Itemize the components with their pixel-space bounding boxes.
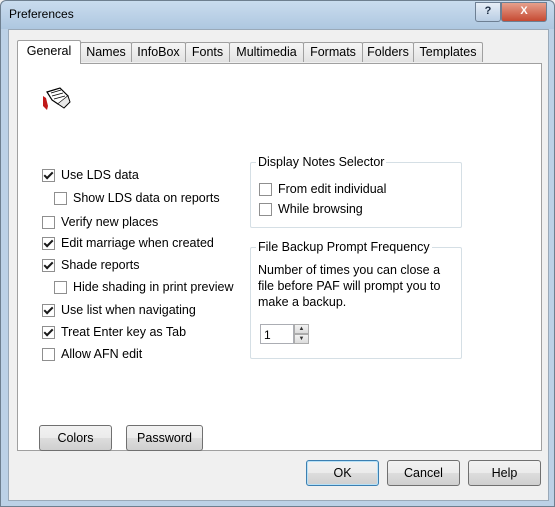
notes-option-from-edit-individual[interactable]: From edit individual (259, 181, 386, 197)
option-label: Verify new places (61, 215, 159, 229)
spin-up-icon[interactable]: ▲ (294, 324, 309, 334)
option-treat-enter-key-as-tab[interactable]: Treat Enter key as Tab (42, 324, 186, 340)
option-use-lds-data[interactable]: Use LDS data (42, 167, 139, 183)
option-label: Treat Enter key as Tab (61, 325, 187, 339)
dialog-client: General Names InfoBox Fonts Multimedia F… (8, 29, 549, 501)
option-label: Use list when navigating (61, 303, 196, 317)
option-label: Show LDS data on reports (73, 191, 220, 205)
tab-general[interactable]: General (17, 40, 81, 64)
option-checkbox[interactable] (54, 280, 67, 294)
tab-label: Names (86, 45, 126, 59)
option-allow-afn-edit[interactable]: Allow AFN edit (42, 346, 142, 362)
option-hide-shading-in-print-preview[interactable]: Hide shading in print preview (54, 279, 234, 295)
colors-button[interactable]: Colors (39, 425, 112, 451)
tab-multimedia[interactable]: Multimedia (229, 42, 304, 62)
title-close-button[interactable]: X (501, 2, 547, 22)
tab-fonts[interactable]: Fonts (185, 42, 230, 62)
tab-label: Folders (367, 45, 409, 59)
help-icon: ? (484, 5, 492, 17)
tab-label: Multimedia (236, 45, 297, 59)
option-checkbox[interactable] (42, 325, 55, 339)
preferences-window: Preferences ? X General Names InfoBox Fo… (0, 0, 555, 507)
option-label: Use LDS data (61, 168, 139, 182)
option-checkbox[interactable] (54, 191, 67, 205)
window-title: Preferences (9, 7, 74, 21)
notes-option-label: From edit individual (278, 182, 387, 196)
backup-description: Number of times you can close a file bef… (258, 263, 441, 309)
app-logo-icon (38, 84, 74, 114)
option-use-list-when-navigating[interactable]: Use list when navigating (42, 302, 196, 318)
notes-option-while-browsing[interactable]: While browsing (259, 201, 363, 217)
option-checkbox[interactable] (42, 258, 55, 272)
spin-down-icon[interactable]: ▼ (294, 334, 309, 344)
option-checkbox[interactable] (42, 236, 55, 250)
cancel-button[interactable]: Cancel (387, 460, 460, 486)
tab-label: InfoBox (137, 45, 180, 59)
option-checkbox[interactable] (42, 347, 55, 361)
tab-infobox[interactable]: InfoBox (131, 42, 186, 62)
option-label: Allow AFN edit (61, 347, 143, 361)
option-label: Edit marriage when created (61, 236, 214, 250)
notes-option-label: While browsing (278, 202, 363, 216)
help-button[interactable]: Help (468, 460, 541, 486)
notes-checkbox[interactable] (259, 182, 272, 196)
option-checkbox[interactable] (42, 168, 55, 182)
option-verify-new-places[interactable]: Verify new places (42, 214, 158, 230)
tab-label: Formats (310, 45, 356, 59)
tab-label: General (26, 44, 72, 58)
close-icon: X (520, 5, 528, 17)
option-show-lds-data-on-reports[interactable]: Show LDS data on reports (54, 190, 220, 206)
option-label: Hide shading in print preview (73, 280, 234, 294)
backup-frequency-spinner: 1 ▲ ▼ (260, 324, 309, 344)
option-checkbox[interactable] (42, 215, 55, 229)
option-checkbox[interactable] (42, 303, 55, 317)
tab-formats[interactable]: Formats (303, 42, 363, 62)
option-label: Shade reports (61, 258, 140, 272)
password-button[interactable]: Password (126, 425, 203, 451)
backup-frequency-input[interactable]: 1 (260, 324, 294, 344)
general-tab-panel: Use LDS data Show LDS data on reports Ve… (17, 63, 542, 451)
tab-folders[interactable]: Folders (362, 42, 414, 62)
title-bar: Preferences ? X (1, 1, 554, 29)
option-shade-reports[interactable]: Shade reports (42, 257, 140, 273)
title-help-button[interactable]: ? (475, 2, 501, 22)
backup-frequency-group: File Backup Prompt Frequency Number of t… (250, 240, 462, 359)
ok-button[interactable]: OK (306, 460, 379, 486)
tab-label: Templates (419, 45, 477, 59)
notes-checkbox[interactable] (259, 202, 272, 216)
notes-selector-group: Display Notes Selector From edit individ… (250, 155, 462, 228)
backup-frequency-title: File Backup Prompt Frequency (256, 240, 432, 254)
tab-templates[interactable]: Templates (413, 42, 483, 62)
tab-label: Fonts (191, 45, 224, 59)
tab-names[interactable]: Names (80, 42, 132, 62)
notes-selector-title: Display Notes Selector (256, 155, 387, 169)
option-edit-marriage-when-created[interactable]: Edit marriage when created (42, 235, 214, 251)
